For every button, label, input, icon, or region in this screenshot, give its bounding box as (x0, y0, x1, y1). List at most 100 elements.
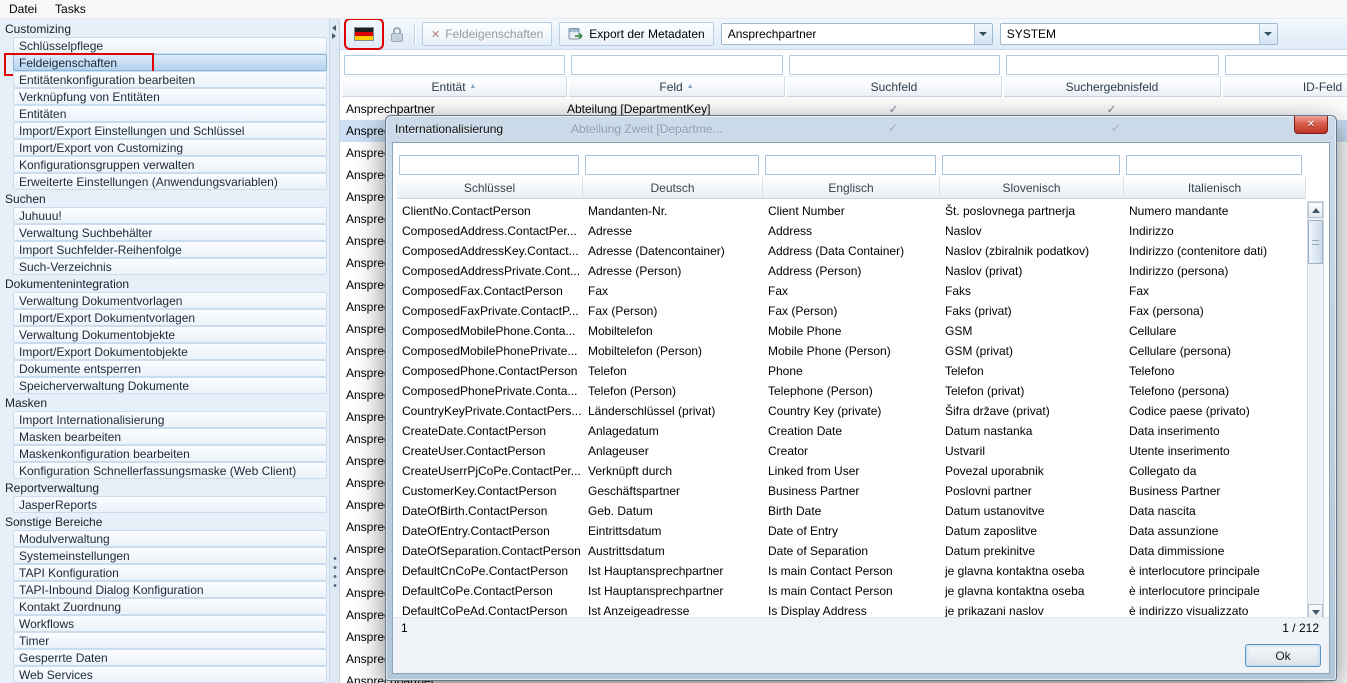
table-cell: Faks (940, 284, 1124, 298)
column-header[interactable]: Feld▲ (569, 76, 785, 97)
sidebar-item[interactable]: Dokumente entsperren (13, 360, 327, 377)
table-row[interactable]: DateOfBirth.ContactPersonGeb. DatumBirth… (393, 501, 1306, 521)
column-header[interactable]: Italienisch (1124, 177, 1306, 199)
sidebar-item[interactable]: Maskenkonfiguration bearbeiten (13, 445, 327, 462)
column-header[interactable]: Suchergebnisfeld (1004, 76, 1221, 97)
table-row[interactable]: CountryKeyPrivate.ContactPers...Ländersc… (393, 401, 1306, 421)
table-row[interactable]: DateOfSeparation.ContactPersonAustrittsd… (393, 541, 1306, 561)
table-cell: CreateDate.ContactPerson (397, 424, 583, 438)
column-filter-input[interactable] (942, 155, 1120, 175)
splitter-collapse-icon[interactable] (332, 25, 336, 39)
sidebar-item[interactable]: Systemeinstellungen (13, 547, 327, 564)
sidebar-item[interactable]: Timer (13, 632, 327, 649)
table-row[interactable]: ComposedAddressKey.Contact...Adresse (Da… (393, 241, 1306, 261)
column-filter-input[interactable] (789, 55, 1000, 75)
sidebar-item[interactable]: Such-Verzeichnis (13, 258, 327, 275)
column-filter-input[interactable] (344, 55, 565, 75)
sidebar-item[interactable]: Verwaltung Dokumentobjekte (13, 326, 327, 343)
table-cell: Naslov (940, 224, 1124, 238)
column-header[interactable]: Englisch (763, 177, 940, 199)
table-cell: Ustvaril (940, 444, 1124, 458)
table-row[interactable]: ComposedMobilePhone.Conta...Mobiltelefon… (393, 321, 1306, 341)
column-filter-input[interactable] (585, 155, 759, 175)
splitter-handle[interactable] (333, 557, 336, 587)
table-row[interactable]: ComposedAddress.ContactPer...AdresseAddr… (393, 221, 1306, 241)
column-filter-input[interactable] (1006, 55, 1219, 75)
table-row[interactable]: CustomerKey.ContactPersonGeschäftspartne… (393, 481, 1306, 501)
sidebar-item[interactable]: Import Internationalisierung (13, 411, 327, 428)
export-metadaten-button[interactable]: Export der Metadaten (559, 22, 713, 46)
table-row[interactable]: ComposedMobilePhonePrivate...Mobiltelefo… (393, 341, 1306, 361)
dropdown-button[interactable] (974, 24, 992, 44)
ok-button[interactable]: Ok (1245, 644, 1321, 667)
table-row[interactable]: DateOfEntry.ContactPersonEintrittsdatumD… (393, 521, 1306, 541)
close-button[interactable]: ✕ (1294, 116, 1328, 134)
sidebar-item[interactable]: Schlüsselpflege (13, 37, 327, 54)
german-flag-icon (354, 27, 374, 41)
sidebar-item[interactable]: Masken bearbeiten (13, 428, 327, 445)
column-header[interactable]: Entität▲ (342, 76, 567, 97)
dialog-titlebar[interactable]: Internationalisierung Abteilung Zweit [D… (386, 116, 1336, 142)
sidebar-item[interactable]: Import Suchfelder-Reihenfolge (13, 241, 327, 258)
sidebar-item[interactable]: Speicherverwaltung Dokumente (13, 377, 327, 394)
table-row[interactable]: ComposedAddressPrivate.Cont...Adresse (P… (393, 261, 1306, 281)
dialog-scrollbar[interactable] (1307, 201, 1324, 621)
sidebar-item[interactable]: Feldeigenschaften (13, 54, 327, 71)
sidebar-item[interactable]: Import/Export Dokumentobjekte (13, 343, 327, 360)
sidebar-item[interactable]: Import/Export von Customizing (13, 139, 327, 156)
sidebar-item[interactable]: TAPI-Inbound Dialog Konfiguration (13, 581, 327, 598)
sidebar-item[interactable]: Konfigurationsgruppen verwalten (13, 156, 327, 173)
sidebar-item[interactable]: Juhuuu! (13, 207, 327, 224)
sidebar-item[interactable]: TAPI Konfiguration (13, 564, 327, 581)
sidebar-item[interactable]: Entitätenkonfiguration bearbeiten (13, 71, 327, 88)
sidebar-item[interactable]: Web Services (13, 666, 327, 683)
column-header[interactable]: Suchfeld (787, 76, 1002, 97)
table-row[interactable]: ComposedPhonePrivate.Conta...Telefon (Pe… (393, 381, 1306, 401)
entity-combobox[interactable]: Ansprechpartner (721, 23, 993, 45)
sidebar-item[interactable]: Erweiterte Einstellungen (Anwendungsvari… (13, 173, 327, 190)
sidebar-item[interactable]: Verwaltung Suchbehälter (13, 224, 327, 241)
table-row[interactable]: DefaultCoPe.ContactPersonIst Hauptanspre… (393, 581, 1306, 601)
sidebar-item[interactable]: Verwaltung Dokumentvorlagen (13, 292, 327, 309)
table-row[interactable]: CreateDate.ContactPersonAnlagedatumCreat… (393, 421, 1306, 441)
user-combobox[interactable]: SYSTEM (1000, 23, 1278, 45)
column-header[interactable]: Deutsch (583, 177, 763, 199)
column-header[interactable]: Schlüssel (397, 177, 583, 199)
close-icon: ✕ (1307, 119, 1315, 130)
column-filter-input[interactable] (571, 55, 783, 75)
column-filter-input[interactable] (399, 155, 579, 175)
table-row[interactable]: ComposedPhone.ContactPersonTelefonPhoneT… (393, 361, 1306, 381)
sidebar-item[interactable]: Gesperrte Daten (13, 649, 327, 666)
feldeigenschaften-button[interactable]: ✕ Feldeigenschaften (422, 22, 552, 46)
column-header[interactable]: Slovenisch (940, 177, 1124, 199)
splitter[interactable] (330, 19, 340, 683)
sidebar-item[interactable]: JasperReports (13, 496, 327, 513)
scroll-up-button[interactable] (1308, 202, 1323, 218)
sidebar-item[interactable]: Entitäten (13, 105, 327, 122)
column-filter-input[interactable] (1126, 155, 1302, 175)
sidebar-item[interactable]: Verknüpfung von Entitäten (13, 88, 327, 105)
menu-datei[interactable]: Datei (0, 0, 46, 18)
sidebar-item[interactable]: Konfiguration Schnellerfassungsmaske (We… (13, 462, 327, 479)
sidebar-item[interactable]: Import/Export Dokumentvorlagen (13, 309, 327, 326)
table-row[interactable]: DefaultCnCoPe.ContactPersonIst Hauptansp… (393, 561, 1306, 581)
menu-tasks[interactable]: Tasks (46, 0, 95, 18)
dropdown-button[interactable] (1259, 24, 1277, 44)
table-row[interactable]: CreateUserrPjCoPe.ContactPer...Verknüpft… (393, 461, 1306, 481)
column-header[interactable]: ID-Feld (1223, 76, 1347, 97)
column-filter-input[interactable] (765, 155, 936, 175)
table-row[interactable]: ClientNo.ContactPersonMandanten-Nr.Clien… (393, 201, 1306, 221)
sidebar-group-header: Customizing (0, 20, 329, 37)
table-row[interactable]: ComposedFaxPrivate.ContactP...Fax (Perso… (393, 301, 1306, 321)
sidebar-item[interactable]: Modulverwaltung (13, 530, 327, 547)
sidebar-item[interactable]: Import/Export Einstellungen und Schlüsse… (13, 122, 327, 139)
sidebar-item[interactable]: Kontakt Zuordnung (13, 598, 327, 615)
column-filter-input[interactable] (1225, 55, 1347, 75)
scrollbar-thumb[interactable] (1308, 220, 1323, 264)
lock-button[interactable] (387, 27, 407, 42)
table-row[interactable]: ComposedFax.ContactPersonFaxFaxFaksFax (393, 281, 1306, 301)
sidebar-item[interactable]: Workflows (13, 615, 327, 632)
language-flag-button[interactable] (348, 22, 380, 46)
table-cell: Datum ustanovitve (940, 504, 1124, 518)
table-row[interactable]: CreateUser.ContactPersonAnlageuserCreato… (393, 441, 1306, 461)
